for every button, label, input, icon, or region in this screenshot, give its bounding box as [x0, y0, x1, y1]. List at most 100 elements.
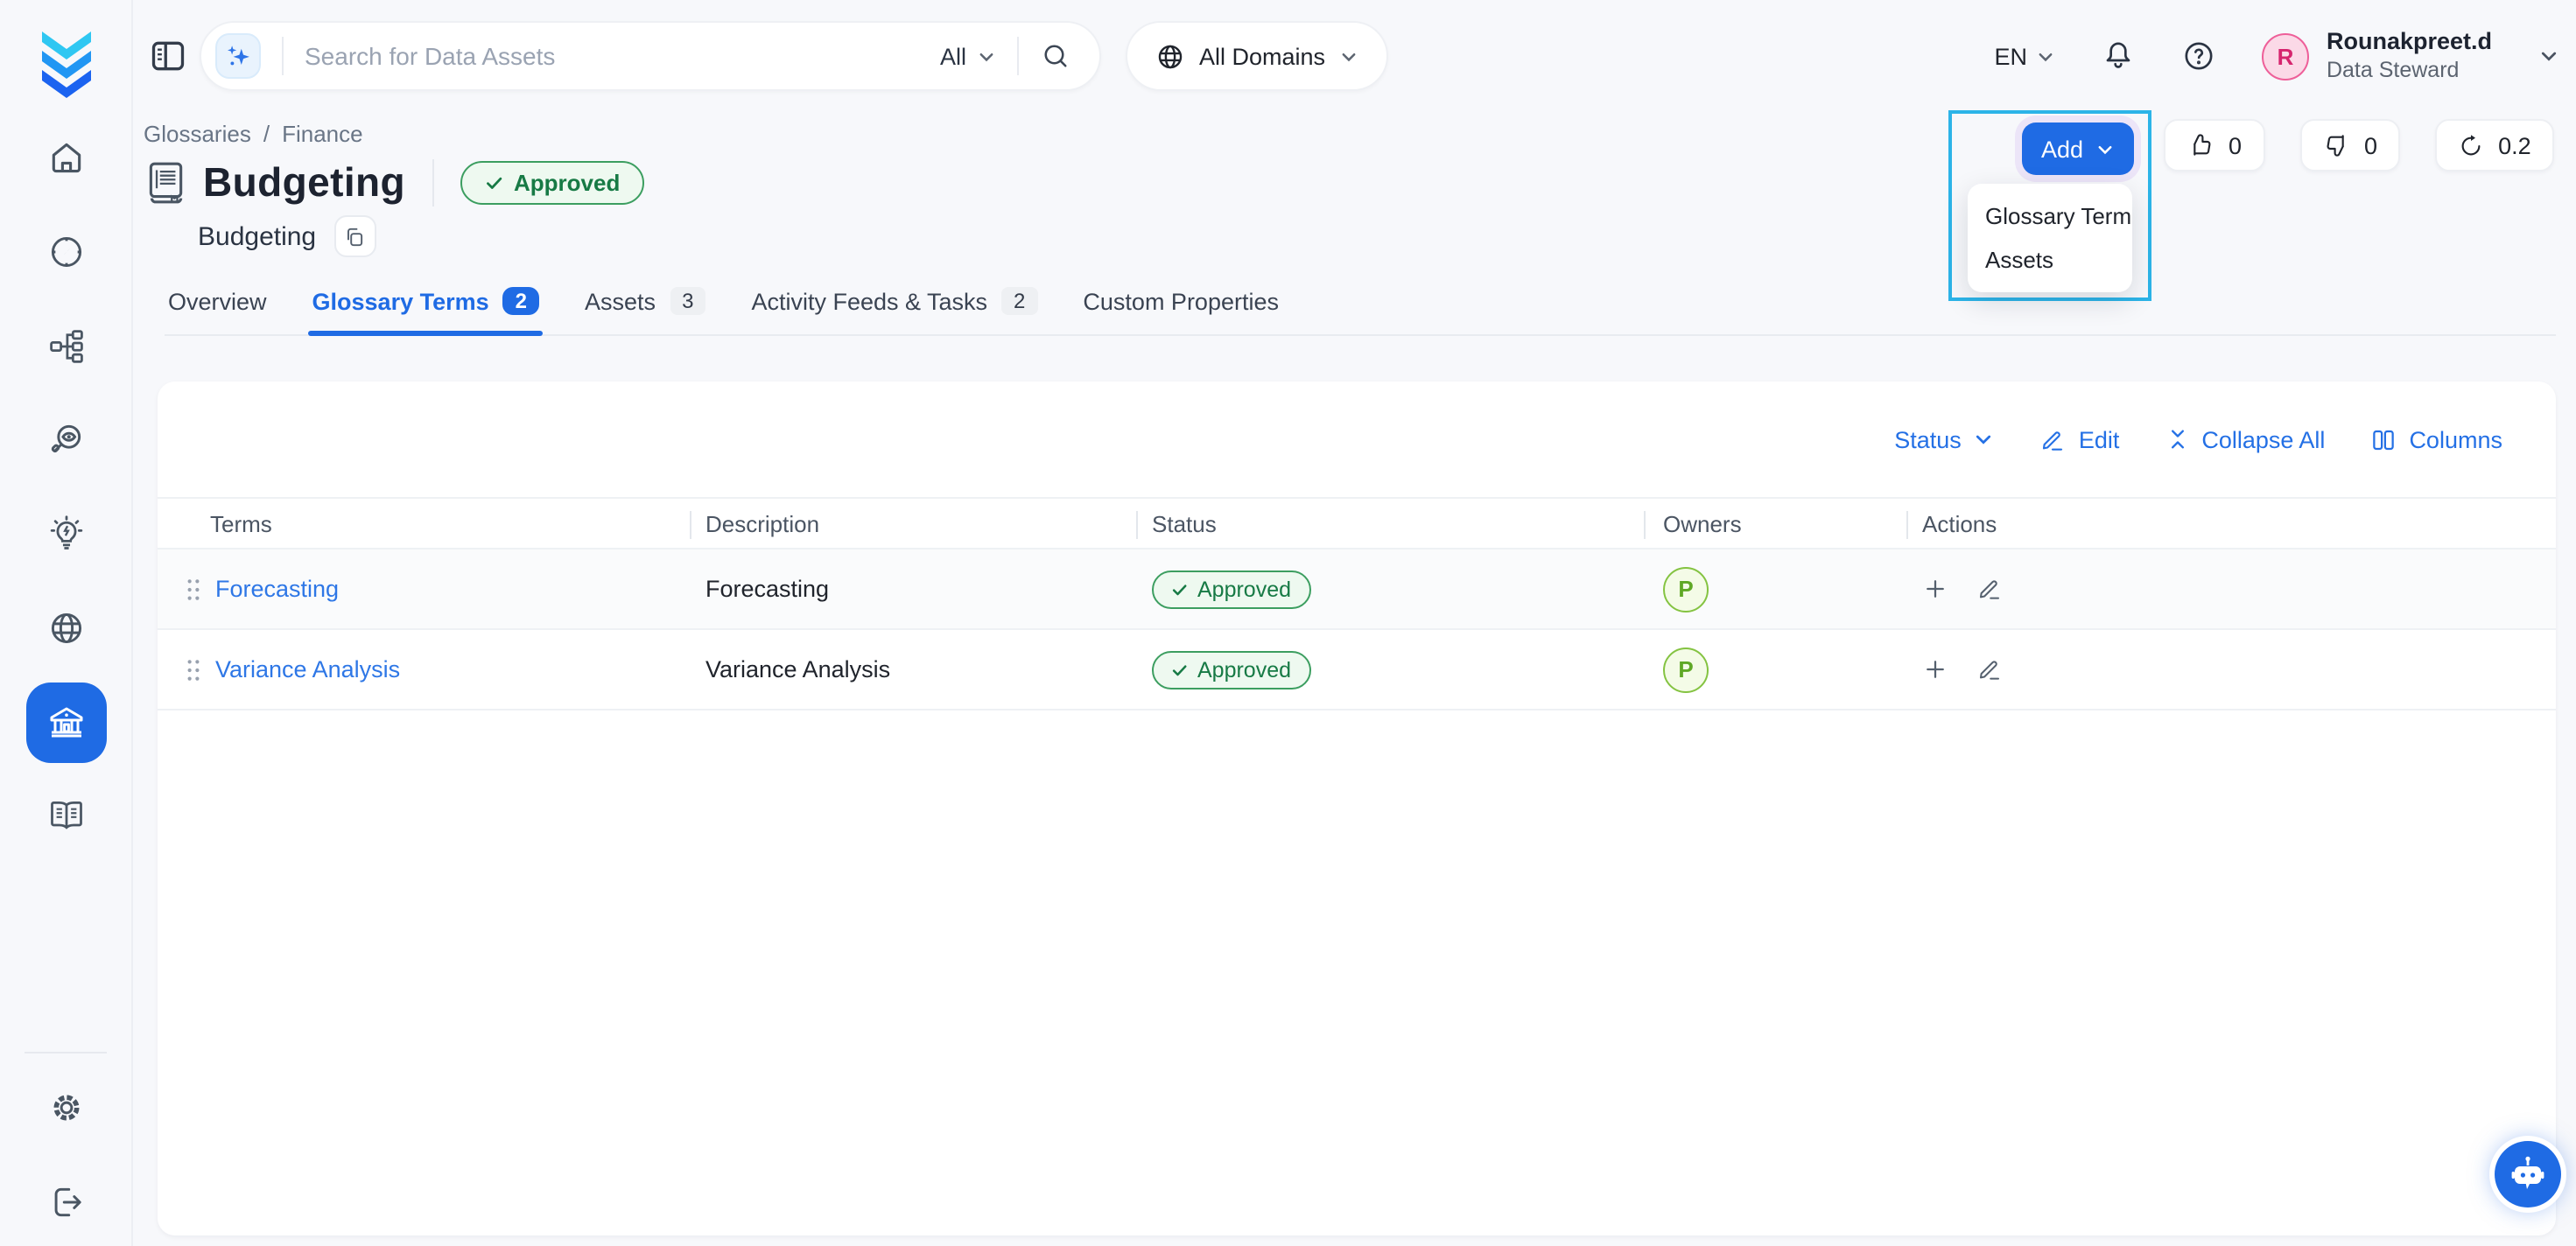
- chevron-down-icon[interactable]: [2537, 46, 2558, 66]
- row-status-label: Approved: [1197, 577, 1291, 601]
- sidebar-item-domains[interactable]: [32, 593, 102, 663]
- tab-label: Assets: [585, 288, 656, 314]
- thumbs-down-icon: [2322, 131, 2350, 159]
- glossary-book-icon: [144, 159, 187, 206]
- insights-icon: [47, 514, 86, 553]
- menu-item-glossary-term[interactable]: Glossary Term: [1968, 194, 2132, 238]
- drag-handle-icon[interactable]: [186, 577, 201, 601]
- owner-avatar[interactable]: P: [1663, 647, 1709, 692]
- edit-term-icon[interactable]: [1976, 576, 2003, 602]
- search-input[interactable]: [305, 42, 940, 70]
- tab-overview[interactable]: Overview: [165, 278, 270, 334]
- globe-icon: [47, 609, 86, 648]
- avatar-initial: R: [2278, 43, 2294, 69]
- observability-icon: [47, 420, 86, 458]
- sidebar-item-logout[interactable]: [32, 1167, 102, 1237]
- user-name: Rounakpreet.d: [2327, 28, 2492, 58]
- add-button[interactable]: Add: [2022, 122, 2134, 175]
- chatbot-button[interactable]: [2495, 1141, 2561, 1208]
- downvote-count: 0: [2364, 132, 2377, 158]
- breadcrumb-separator: /: [263, 121, 270, 147]
- column-header-terms: Terms: [158, 499, 691, 548]
- table-row: Variance Analysis Variance Analysis Appr…: [158, 630, 2555, 710]
- left-sidebar: [0, 0, 133, 1246]
- add-dropdown-menu: Glossary Term Assets: [1968, 184, 2132, 292]
- version-button[interactable]: 0.2: [2435, 119, 2554, 172]
- status-badge: Approved: [460, 161, 644, 205]
- status-filter-dropdown[interactable]: Status: [1894, 426, 1995, 452]
- tab-label: Glossary Terms: [312, 288, 489, 314]
- brand-logo[interactable]: [37, 21, 96, 98]
- term-link[interactable]: Forecasting: [215, 576, 339, 602]
- downvote-button[interactable]: 0: [2299, 119, 2400, 172]
- tab-bar: Overview Glossary Terms 2 Assets 3 Activ…: [165, 278, 2555, 336]
- ai-sparkle-icon[interactable]: [215, 33, 261, 79]
- add-child-term-icon[interactable]: [1922, 656, 1948, 682]
- thumbs-up-icon: [2186, 131, 2215, 159]
- sidebar-item-glossary[interactable]: [32, 780, 102, 850]
- column-header-description: Description: [691, 499, 1138, 548]
- row-status-badge: Approved: [1152, 570, 1310, 608]
- sidebar-item-insights[interactable]: [32, 499, 102, 569]
- column-header-status: Status: [1138, 499, 1646, 548]
- logo-chevron-top: [42, 32, 91, 60]
- upvote-button[interactable]: 0: [2164, 119, 2264, 172]
- bank-icon: [46, 702, 88, 744]
- term-link[interactable]: Variance Analysis: [215, 656, 400, 682]
- check-icon: [484, 173, 503, 192]
- global-search-bar[interactable]: All: [200, 21, 1101, 91]
- collapse-vertical-icon: [2165, 427, 2189, 452]
- user-avatar[interactable]: R: [2262, 32, 2309, 80]
- sidebar-divider: [25, 1052, 107, 1054]
- tab-assets[interactable]: Assets 3: [581, 278, 709, 334]
- search-icon[interactable]: [1040, 40, 1071, 72]
- tab-activity-feeds[interactable]: Activity Feeds & Tasks 2: [748, 278, 1041, 334]
- table-body: Forecasting Forecasting Approved P: [158, 550, 2555, 710]
- search-scope-dropdown[interactable]: All: [940, 43, 996, 69]
- collapse-all-button[interactable]: Collapse All: [2165, 426, 2325, 452]
- breadcrumb-glossaries[interactable]: Glossaries: [144, 121, 251, 147]
- version-history-icon: [2458, 132, 2484, 158]
- entity-action-buttons: 0 0 0.2: [2164, 119, 2576, 172]
- edit-button[interactable]: Edit: [2040, 426, 2120, 452]
- sidebar-item-observability[interactable]: [32, 404, 102, 474]
- tab-label: Activity Feeds & Tasks: [751, 288, 987, 314]
- chevron-down-icon: [977, 46, 996, 66]
- globe-icon: [1155, 41, 1185, 71]
- add-child-term-icon[interactable]: [1922, 576, 1948, 602]
- robot-icon: [2507, 1153, 2549, 1195]
- sidebar-item-lineage[interactable]: [32, 312, 102, 382]
- sidebar-item-explore[interactable]: [32, 217, 102, 287]
- columns-icon: [2370, 426, 2397, 452]
- notifications-bell-icon[interactable]: [2101, 38, 2136, 74]
- sidebar-item-governance-active[interactable]: [26, 682, 107, 763]
- user-menu[interactable]: Rounakpreet.d Data Steward: [2327, 28, 2492, 85]
- tab-glossary-terms[interactable]: Glossary Terms 2: [309, 278, 544, 334]
- copy-icon: [343, 225, 366, 248]
- home-icon: [47, 138, 86, 177]
- upvote-count: 0: [2229, 132, 2242, 158]
- help-icon[interactable]: [2181, 38, 2216, 74]
- status-badge-label: Approved: [514, 170, 620, 196]
- copy-button[interactable]: [333, 215, 376, 257]
- edit-term-icon[interactable]: [1976, 656, 2003, 682]
- language-selector[interactable]: EN: [1994, 43, 2055, 69]
- menu-item-assets[interactable]: Assets: [1968, 238, 2132, 282]
- sidebar-item-home[interactable]: [32, 122, 102, 192]
- breadcrumb-finance[interactable]: Finance: [282, 121, 363, 147]
- owner-avatar[interactable]: P: [1663, 566, 1709, 612]
- tab-custom-properties[interactable]: Custom Properties: [1079, 278, 1282, 334]
- sidebar-toggle-icon[interactable]: [147, 35, 189, 77]
- table-row: Forecasting Forecasting Approved P: [158, 550, 2555, 630]
- chevron-down-icon: [2095, 139, 2115, 158]
- search-divider-2: [1017, 37, 1019, 75]
- sidebar-item-settings[interactable]: [32, 1073, 102, 1143]
- columns-button[interactable]: Columns: [2370, 426, 2502, 452]
- page-title: Budgeting: [203, 159, 405, 206]
- tab-count-badge: 3: [670, 287, 705, 315]
- app-window: All All Domains EN: [0, 0, 2576, 1246]
- drag-handle-icon[interactable]: [186, 657, 201, 682]
- collapse-all-label: Collapse All: [2201, 426, 2325, 452]
- row-status-label: Approved: [1197, 657, 1291, 682]
- all-domains-dropdown[interactable]: All Domains: [1126, 21, 1388, 91]
